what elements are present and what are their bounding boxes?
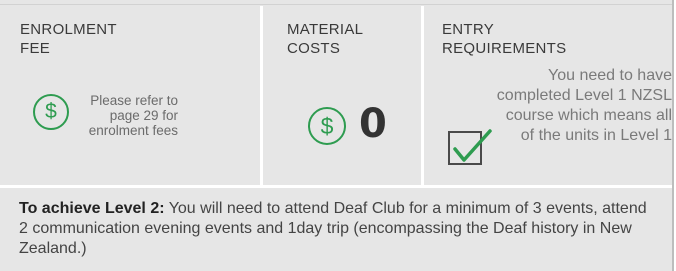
panel-divider: [421, 6, 424, 185]
panel-divider: [260, 6, 263, 185]
enrolment-fee-note: Please refer to page 29 for enrolment fe…: [88, 93, 178, 138]
course-info-box: ENROLMENT FEE $ Please refer to page 29 …: [0, 0, 672, 271]
enrolment-fee-panel: ENROLMENT FEE $ Please refer to page 29 …: [0, 6, 260, 185]
top-divider: [0, 4, 672, 5]
enrolment-fee-heading: ENROLMENT FEE: [20, 21, 117, 57]
section-divider: [0, 185, 672, 188]
entry-requirements-text: You need to have completed Level 1 NZSL …: [496, 67, 672, 144]
entry-requirements-panel: ENTRY REQUIREMENTS You need to have comp…: [424, 6, 672, 185]
material-costs-heading: MATERIAL COSTS: [287, 21, 364, 57]
material-costs-panel: MATERIAL COSTS $ 0: [263, 6, 421, 185]
right-margin-rule: [672, 0, 674, 271]
achievement-requirements: To achieve Level 2: You will need to att…: [19, 199, 659, 259]
dollar-circle-icon: $: [308, 107, 346, 145]
info-panels: ENROLMENT FEE $ Please refer to page 29 …: [0, 6, 672, 185]
achievement-lead: To achieve Level 2:: [19, 200, 165, 217]
material-cost-value: 0: [359, 101, 387, 147]
entry-requirements-heading: ENTRY REQUIREMENTS: [442, 21, 567, 57]
checkbox-tick-icon: [448, 129, 492, 165]
dollar-circle-icon: $: [33, 94, 69, 130]
